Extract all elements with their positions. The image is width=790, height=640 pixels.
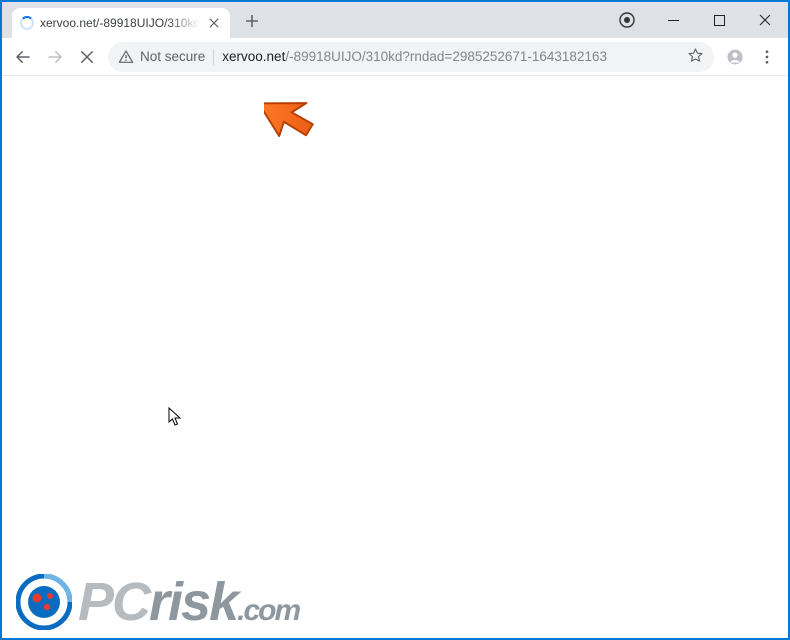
back-button[interactable] (8, 42, 38, 72)
url-domain: xervoo.net (222, 49, 285, 64)
window-minimize-button[interactable] (650, 2, 696, 38)
not-secure-label: Not secure (140, 49, 205, 64)
window-maximize-button[interactable] (696, 2, 742, 38)
mouse-cursor-icon (168, 407, 182, 427)
tab-strip: xervoo.net/-89918UIJO/310kd?rn (2, 2, 788, 38)
profile-button[interactable] (720, 42, 750, 72)
menu-button[interactable] (752, 42, 782, 72)
url-path: /-89918UIJO/310kd?rndad=2985252671-16431… (285, 49, 607, 64)
warning-icon (118, 49, 134, 65)
watermark-badge-icon (16, 574, 72, 630)
titlebar-spacer (2, 2, 604, 38)
watermark-text-com: .com (237, 594, 299, 627)
forward-button[interactable] (40, 42, 70, 72)
watermark-text-pc: PC (78, 572, 149, 632)
security-indicator[interactable]: Not secure (118, 49, 214, 65)
url-text: xervoo.net/-89918UIJO/310kd?rndad=298525… (222, 49, 679, 64)
watermark-text-risk: risk (149, 572, 237, 632)
annotation-arrow-icon (264, 84, 322, 146)
stop-button[interactable] (72, 42, 102, 72)
page-content (2, 76, 788, 638)
window-titlebar (2, 2, 788, 38)
browser-toolbar: Not secure xervoo.net/-89918UIJO/310kd?r… (2, 38, 788, 76)
bookmark-star-button[interactable] (687, 47, 704, 67)
extension-indicator-icon[interactable] (604, 2, 650, 38)
watermark: PCrisk.com (16, 574, 299, 630)
window-close-button[interactable] (742, 2, 788, 38)
address-bar[interactable]: Not secure xervoo.net/-89918UIJO/310kd?r… (108, 42, 714, 72)
